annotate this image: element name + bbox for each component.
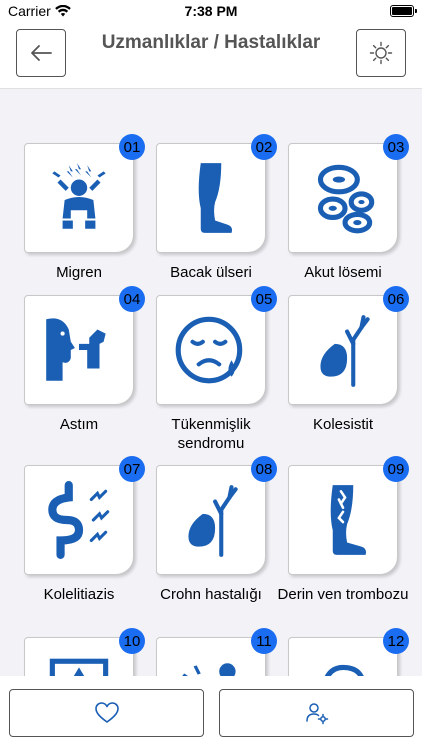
item-number-badge: 10 <box>119 628 145 654</box>
loop-icon <box>324 664 364 676</box>
disease-tile-11[interactable]: 11 <box>156 628 288 676</box>
disease-label: Bacak ülseri <box>170 264 252 281</box>
disease-tile-tukenmislik[interactable]: 05 Tükenmişlik sendromu <box>156 286 288 453</box>
battery-icon <box>390 5 417 17</box>
back-button[interactable] <box>16 29 66 77</box>
sun-icon <box>369 41 393 65</box>
leg-icon <box>198 163 233 233</box>
disease-card[interactable]: 10 <box>24 628 145 676</box>
status-bar: Carrier 7:38 PM <box>0 0 422 22</box>
asthma-inhaler-icon <box>46 318 106 381</box>
disease-tile-bacak-ulseri[interactable]: 02 Bacak ülseri <box>156 134 288 282</box>
disease-card[interactable]: 04 <box>24 286 145 405</box>
disease-tile-astim[interactable]: 04 Astım <box>24 286 156 434</box>
disease-card[interactable]: 11 <box>156 628 277 676</box>
disease-card[interactable]: 01 <box>24 134 145 253</box>
disease-tile-derin-ven-trombozu[interactable]: 09 Derin ven trombozu <box>278 456 420 604</box>
disease-label: Kolelitiazis <box>43 586 115 603</box>
disease-label: Crohn hastalığı <box>160 586 262 603</box>
disease-tile-kolelitiazis[interactable]: 07 Kolelitiazis <box>24 456 156 604</box>
disease-label: Kolesistit <box>312 416 374 433</box>
item-number-badge: 08 <box>251 456 277 482</box>
disease-tile-10[interactable]: 10 <box>24 628 156 676</box>
disease-card[interactable]: 09 <box>288 456 409 575</box>
user-settings-button[interactable] <box>219 689 414 737</box>
disease-tile-crohn[interactable]: 08 Crohn hastalığı <box>156 456 288 604</box>
user-settings-icon <box>305 703 328 725</box>
bottom-toolbar <box>0 676 422 750</box>
disease-label: Tükenmişlik sendromu <box>171 416 251 452</box>
item-number-badge: 12 <box>383 628 409 654</box>
blood-cells-icon <box>317 164 375 234</box>
disease-tile-migren[interactable]: 01 Migren <box>24 134 156 282</box>
item-number-badge: 07 <box>119 456 145 482</box>
disease-card[interactable]: 02 <box>156 134 277 253</box>
favorites-button[interactable] <box>9 689 204 737</box>
disease-card[interactable]: 07 <box>24 456 145 575</box>
disease-card[interactable]: 05 <box>156 286 277 405</box>
header: Uzmanlıklar / Hastalıklar <box>0 22 422 88</box>
disease-list[interactable]: 01 Migren 02 Bacak ülseri 03 Akut lösemi… <box>0 88 422 676</box>
disease-label: Migren <box>56 264 102 281</box>
item-number-badge: 11 <box>251 628 277 654</box>
disease-label: Derin ven trombozu <box>277 586 409 603</box>
disease-label: Astım <box>59 416 99 433</box>
disease-card[interactable]: 12 <box>288 628 409 676</box>
disease-card[interactable]: 08 <box>156 456 277 575</box>
leg-vein-icon <box>330 485 367 555</box>
heart-icon <box>94 702 119 723</box>
intestine-icon <box>48 481 110 559</box>
page-title: Uzmanlıklar / Hastalıklar <box>101 32 321 53</box>
arrow-left-icon <box>31 45 52 61</box>
person-icon <box>182 663 236 676</box>
disease-label: Akut lösemi <box>304 264 382 281</box>
item-number-badge: 06 <box>383 286 409 312</box>
gallbladder-icon <box>188 485 238 557</box>
disease-card[interactable]: 03 <box>288 134 409 253</box>
disease-card[interactable]: 06 <box>288 286 409 405</box>
migraine-icon <box>52 163 106 229</box>
item-number-badge: 04 <box>119 286 145 312</box>
disease-tile-kolesistit[interactable]: 06 Kolesistit <box>288 286 420 434</box>
item-number-badge: 09 <box>383 456 409 482</box>
status-time: 7:38 PM <box>184 3 238 19</box>
gallbladder-icon <box>320 315 370 387</box>
item-number-badge: 02 <box>251 134 277 160</box>
item-number-badge: 03 <box>383 134 409 160</box>
item-number-badge: 05 <box>251 286 277 312</box>
item-number-badge: 01 <box>119 134 145 160</box>
disease-tile-12[interactable]: 12 <box>288 628 420 676</box>
warning-icon <box>49 658 109 676</box>
disease-tile-akut-losemi[interactable]: 03 Akut lösemi <box>288 134 420 282</box>
sad-face-icon <box>175 316 243 384</box>
theme-toggle-button[interactable] <box>356 29 406 77</box>
